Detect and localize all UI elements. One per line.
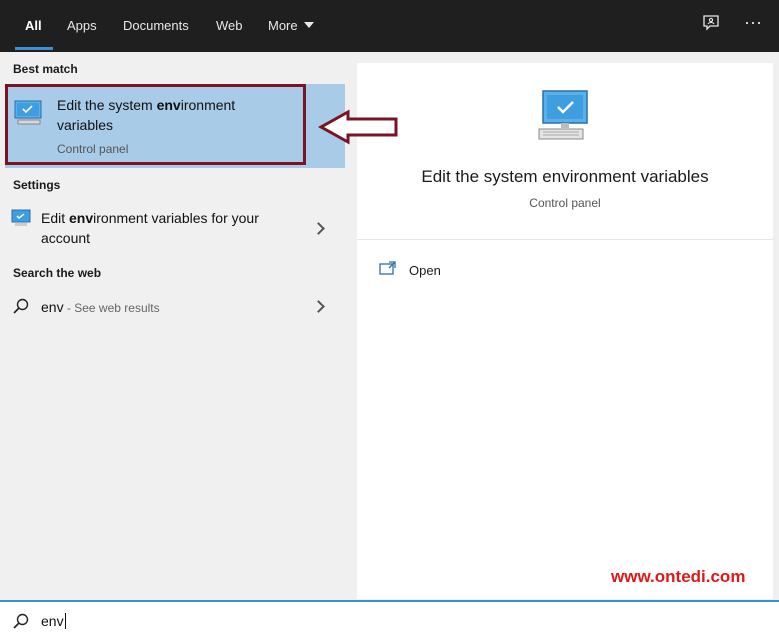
- web-suffix: - See web results: [63, 301, 160, 315]
- feedback-icon[interactable]: [702, 14, 720, 37]
- tab-documents[interactable]: Documents: [123, 0, 189, 52]
- search-input-value: env: [41, 613, 64, 629]
- tab-apps[interactable]: Apps: [67, 0, 97, 52]
- search-bar[interactable]: env: [0, 600, 779, 638]
- chevron-right-icon: [312, 300, 325, 313]
- settings-monitor-icon: [11, 209, 31, 232]
- section-best-match: Best match: [13, 62, 78, 76]
- text-caret: [64, 613, 66, 629]
- best-match-title-bold: env: [156, 97, 181, 113]
- best-match-title: Edit the system environment variables: [57, 95, 235, 135]
- settings-item-post: ironment variables for your: [93, 210, 259, 226]
- web-result-item[interactable]: env - See web results: [0, 292, 345, 322]
- best-match-subtitle: Control panel: [57, 142, 129, 156]
- preview-subtitle: Control panel: [529, 196, 601, 210]
- search-icon: [13, 613, 29, 634]
- ellipsis-icon[interactable]: ···: [744, 12, 762, 33]
- results-pane: Best match Edit the system environment v…: [0, 52, 357, 600]
- preview-monitor-icon: [535, 89, 595, 148]
- settings-item-pre: Edit: [41, 210, 70, 226]
- active-tab-indicator: [15, 47, 53, 50]
- best-match-title-pre: Edit the system: [57, 97, 157, 113]
- section-settings: Settings: [13, 178, 61, 192]
- annotation-arrow-icon: [318, 109, 398, 145]
- watermark: www.ontedi.com: [611, 567, 746, 586]
- chevron-down-icon: [303, 22, 314, 28]
- preview-title: Edit the system environment variables: [421, 167, 709, 186]
- best-match-title-post: ironment: [180, 97, 236, 113]
- web-query: env: [41, 299, 64, 315]
- tab-web[interactable]: Web: [216, 0, 243, 52]
- settings-item-bold: env: [69, 210, 94, 226]
- search-tabs-bar: All Apps Documents Web More ···: [0, 0, 779, 52]
- tab-more[interactable]: More: [268, 0, 314, 52]
- preview-pane: Edit the system environment variables Co…: [357, 63, 773, 599]
- section-search-web: Search the web: [13, 266, 102, 280]
- best-match-title-line2: variables: [57, 117, 114, 133]
- settings-item-title: Edit environment variables for your acco…: [41, 208, 259, 248]
- web-result-text: env - See web results: [41, 297, 160, 318]
- settings-item-line2: account: [41, 230, 91, 246]
- open-icon: [379, 261, 397, 280]
- chevron-right-icon: [312, 222, 325, 235]
- settings-result-item[interactable]: Edit environment variables for your acco…: [0, 202, 345, 252]
- divider: [357, 239, 773, 240]
- open-action[interactable]: Open: [409, 263, 441, 278]
- search-input[interactable]: env: [41, 613, 66, 629]
- monitor-icon: [13, 99, 45, 132]
- search-icon: [13, 298, 29, 319]
- tab-all[interactable]: All: [25, 0, 42, 52]
- tab-more-label: More: [268, 18, 298, 33]
